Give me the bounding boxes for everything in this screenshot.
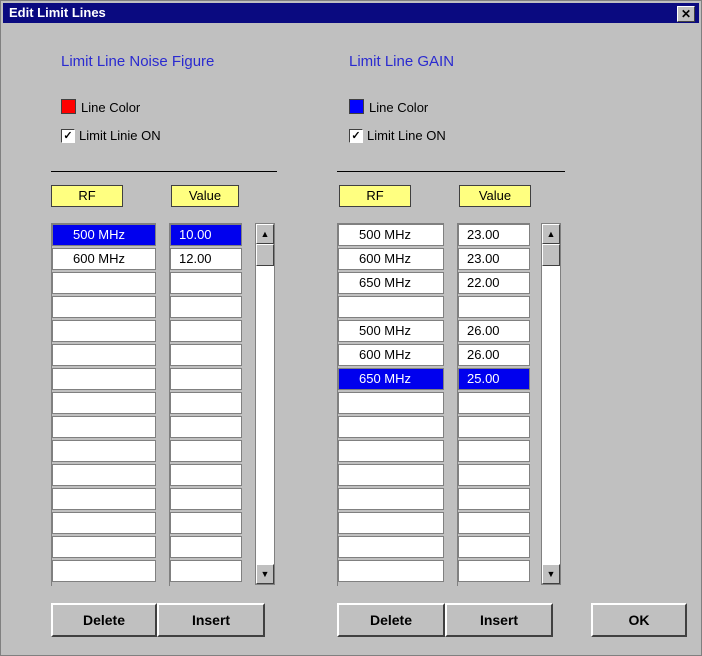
left-rf-cell[interactable] xyxy=(52,392,156,414)
left-scroll-up-icon[interactable]: ▲ xyxy=(256,224,274,244)
left-value-cell[interactable] xyxy=(170,368,242,390)
right-rf-cell[interactable]: 600 MHz xyxy=(338,248,444,270)
right-delete-button[interactable]: Delete xyxy=(337,603,445,637)
left-value-cell[interactable]: 12.00 xyxy=(170,248,242,270)
right-value-cell[interactable]: 23.00 xyxy=(458,224,530,246)
right-rf-cell[interactable]: 650 MHz xyxy=(338,368,444,390)
ok-button[interactable]: OK xyxy=(591,603,687,637)
left-line-color-label: Line Color xyxy=(81,100,141,115)
left-value-cell[interactable]: 10.00 xyxy=(170,224,242,246)
window-title: Edit Limit Lines xyxy=(9,5,106,20)
right-value-cell[interactable] xyxy=(458,488,530,510)
right-limit-on-label: Limit Line ON xyxy=(367,128,446,143)
right-scrollbar[interactable]: ▲ ▼ xyxy=(541,223,561,585)
left-rf-cell[interactable] xyxy=(52,464,156,486)
left-limit-on-label: Limit Linie ON xyxy=(79,128,161,143)
right-rf-cell[interactable]: 500 MHz xyxy=(338,224,444,246)
right-value-cell[interactable] xyxy=(458,416,530,438)
left-insert-button[interactable]: Insert xyxy=(157,603,265,637)
title-bar[interactable]: Edit Limit Lines ✕ xyxy=(3,3,699,23)
left-scroll-down-icon[interactable]: ▼ xyxy=(256,564,274,584)
right-rf-cell[interactable] xyxy=(338,416,444,438)
left-value-cell[interactable] xyxy=(170,536,242,558)
right-line-color-swatch[interactable] xyxy=(349,99,364,114)
left-value-cell[interactable] xyxy=(170,344,242,366)
right-value-cell[interactable]: 23.00 xyxy=(458,248,530,270)
right-section-title: Limit Line GAIN xyxy=(349,53,455,70)
right-rf-cell[interactable] xyxy=(338,512,444,534)
right-rf-cell[interactable] xyxy=(338,536,444,558)
right-scroll-thumb[interactable] xyxy=(542,244,560,266)
right-value-cell[interactable]: 22.00 xyxy=(458,272,530,294)
left-rf-cell[interactable] xyxy=(52,488,156,510)
right-value-cell[interactable] xyxy=(458,464,530,486)
left-rf-cell[interactable] xyxy=(52,536,156,558)
left-value-cell[interactable] xyxy=(170,488,242,510)
right-value-cell[interactable] xyxy=(458,392,530,414)
right-rf-cell[interactable] xyxy=(338,488,444,510)
left-value-column: 10.00 12.00 xyxy=(169,223,242,586)
right-value-header: Value xyxy=(459,185,531,207)
left-rf-header: RF xyxy=(51,185,123,207)
left-rf-cell[interactable] xyxy=(52,296,156,318)
left-rf-cell[interactable] xyxy=(52,560,156,582)
left-divider xyxy=(51,171,277,172)
right-value-cell[interactable] xyxy=(458,440,530,462)
left-scroll-thumb[interactable] xyxy=(256,244,274,266)
right-rf-cell[interactable] xyxy=(338,560,444,582)
right-value-cell[interactable] xyxy=(458,560,530,582)
right-scroll-down-icon[interactable]: ▼ xyxy=(542,564,560,584)
left-rf-cell[interactable] xyxy=(52,368,156,390)
right-value-cell[interactable]: 26.00 xyxy=(458,344,530,366)
left-value-cell[interactable] xyxy=(170,440,242,462)
left-rf-cell[interactable] xyxy=(52,320,156,342)
right-rf-cell[interactable]: 500 MHz xyxy=(338,320,444,342)
left-rf-column: 500 MHz 600 MHz xyxy=(51,223,156,586)
left-value-cell[interactable] xyxy=(170,512,242,534)
right-rf-cell[interactable] xyxy=(338,296,444,318)
close-icon[interactable]: ✕ xyxy=(677,6,695,22)
right-value-cell[interactable] xyxy=(458,296,530,318)
right-insert-button[interactable]: Insert xyxy=(445,603,553,637)
left-section-title: Limit Line Noise Figure xyxy=(61,53,215,70)
right-rf-cell[interactable] xyxy=(338,464,444,486)
left-value-cell[interactable] xyxy=(170,296,242,318)
right-line-color-label: Line Color xyxy=(369,100,429,115)
right-rf-cell[interactable] xyxy=(338,440,444,462)
left-rf-cell[interactable] xyxy=(52,344,156,366)
left-value-cell[interactable] xyxy=(170,272,242,294)
right-divider xyxy=(337,171,565,172)
right-value-cell[interactable] xyxy=(458,536,530,558)
left-rf-cell[interactable] xyxy=(52,416,156,438)
left-rf-cell[interactable] xyxy=(52,272,156,294)
left-limit-on-checkbox[interactable]: ✓ xyxy=(61,129,75,143)
right-rf-header: RF xyxy=(339,185,411,207)
left-value-cell[interactable] xyxy=(170,392,242,414)
left-line-color-swatch[interactable] xyxy=(61,99,76,114)
right-rf-cell[interactable]: 600 MHz xyxy=(338,344,444,366)
right-scroll-up-icon[interactable]: ▲ xyxy=(542,224,560,244)
right-value-cell[interactable] xyxy=(458,512,530,534)
right-value-cell[interactable]: 26.00 xyxy=(458,320,530,342)
left-value-cell[interactable] xyxy=(170,464,242,486)
right-limit-on-checkbox[interactable]: ✓ xyxy=(349,129,363,143)
left-value-header: Value xyxy=(171,185,239,207)
left-value-cell[interactable] xyxy=(170,560,242,582)
right-rf-cell[interactable] xyxy=(338,392,444,414)
edit-limit-lines-dialog: Edit Limit Lines ✕ Limit Line Noise Figu… xyxy=(0,0,702,656)
left-rf-cell[interactable]: 500 MHz xyxy=(52,224,156,246)
left-value-cell[interactable] xyxy=(170,416,242,438)
right-rf-column: 500 MHz 600 MHz 650 MHz 500 MHz 600 MHz 650 M… xyxy=(337,223,444,586)
left-value-cell[interactable] xyxy=(170,320,242,342)
left-delete-button[interactable]: Delete xyxy=(51,603,157,637)
left-rf-cell[interactable]: 600 MHz xyxy=(52,248,156,270)
right-value-column: 23.00 23.00 22.00 26.00 26.00 25.00 xyxy=(457,223,530,586)
right-value-cell[interactable]: 25.00 xyxy=(458,368,530,390)
left-scrollbar[interactable]: ▲ ▼ xyxy=(255,223,275,585)
left-rf-cell[interactable] xyxy=(52,512,156,534)
right-rf-cell[interactable]: 650 MHz xyxy=(338,272,444,294)
left-rf-cell[interactable] xyxy=(52,440,156,462)
